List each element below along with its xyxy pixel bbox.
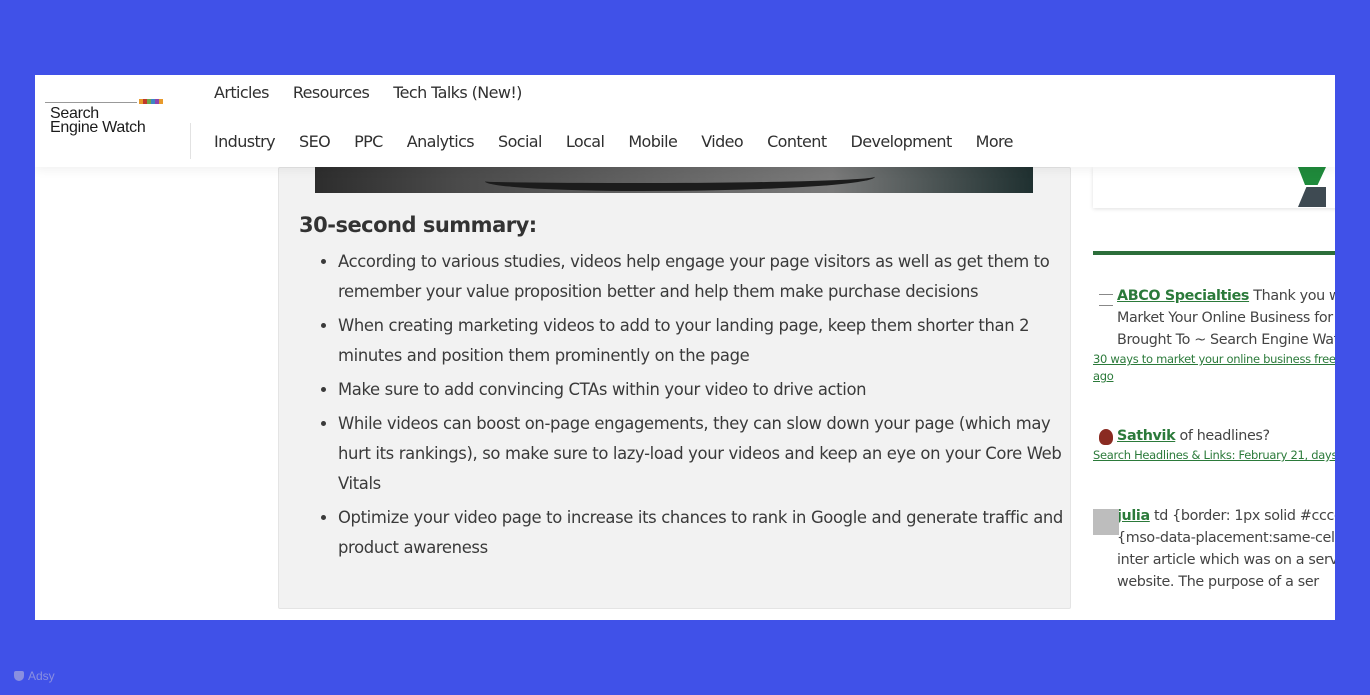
summary-item: According to various studies, videos hel… bbox=[338, 247, 1078, 307]
logo-color-stripes bbox=[139, 99, 163, 104]
comment-text: td {border: 1px solid #cccccc;}br {mso-d… bbox=[1117, 508, 1335, 590]
adsy-badge: Adsy bbox=[14, 669, 55, 683]
document-icon bbox=[1099, 294, 1113, 306]
comment-item: julia td {border: 1px solid #cccccc;}br … bbox=[1093, 505, 1335, 593]
user-placeholder-icon bbox=[1093, 509, 1119, 535]
article-hero-image bbox=[315, 167, 1033, 193]
nav-social[interactable]: Social bbox=[498, 132, 542, 151]
main-nav: Industry SEO PPC Analytics Social Local … bbox=[214, 132, 1037, 151]
nav-mobile[interactable]: Mobile bbox=[628, 132, 677, 151]
nav-content[interactable]: Content bbox=[767, 132, 827, 151]
nav-tech-talks[interactable]: Tech Talks (New!) bbox=[393, 83, 522, 102]
nav-more[interactable]: More bbox=[976, 132, 1014, 151]
nav-industry[interactable]: Industry bbox=[214, 132, 276, 151]
nav-video[interactable]: Video bbox=[701, 132, 743, 151]
comment-author[interactable]: ABCO Specialties bbox=[1117, 288, 1249, 304]
logo-rule bbox=[45, 102, 137, 103]
summary-item: When creating marketing videos to add to… bbox=[338, 311, 1078, 371]
nav-analytics[interactable]: Analytics bbox=[407, 132, 475, 151]
brand-logo-icon-lower bbox=[1298, 187, 1326, 207]
sidebar-ad-box[interactable] bbox=[1093, 167, 1335, 208]
shield-icon bbox=[14, 671, 24, 681]
comment-meta-link[interactable]: Search Headlines & Links: February 21, d… bbox=[1093, 447, 1335, 464]
summary-list: According to various studies, videos hel… bbox=[318, 247, 1078, 567]
comment-item: ABCO Specialties Thank you ways to Marke… bbox=[1093, 285, 1335, 385]
brand-logo-icon bbox=[1298, 167, 1326, 185]
nav-articles[interactable]: Articles bbox=[214, 83, 269, 102]
header-divider bbox=[190, 123, 191, 159]
comment-author[interactable]: julia bbox=[1117, 508, 1150, 524]
comment-text: of headlines? bbox=[1175, 428, 1270, 444]
nav-local[interactable]: Local bbox=[566, 132, 605, 151]
summary-heading: 30-second summary: bbox=[299, 213, 537, 237]
top-nav: Articles Resources Tech Talks (New!) bbox=[214, 83, 546, 102]
summary-item: While videos can boost on-page engagemen… bbox=[338, 409, 1078, 499]
nav-development[interactable]: Development bbox=[851, 132, 953, 151]
site-header: Search Engine Watch Articles Resources T… bbox=[35, 75, 1335, 167]
comment-author[interactable]: Sathvik bbox=[1117, 428, 1176, 444]
browser-viewport: Search Engine Watch Articles Resources T… bbox=[35, 75, 1335, 620]
nav-resources[interactable]: Resources bbox=[293, 83, 370, 102]
summary-item: Make sure to add convincing CTAs within … bbox=[338, 375, 1078, 405]
comment-meta-link[interactable]: 30 ways to market your online business f… bbox=[1093, 351, 1335, 385]
nav-seo[interactable]: SEO bbox=[299, 132, 331, 151]
comment-item: Sathvik of headlines? Search Headlines &… bbox=[1093, 425, 1335, 464]
nav-ppc[interactable]: PPC bbox=[354, 132, 383, 151]
logo-line-2: Engine Watch bbox=[50, 119, 146, 136]
recent-comments-widget: ABCO Specialties Thank you ways to Marke… bbox=[1093, 251, 1335, 620]
summary-item: Optimize your video page to increase its… bbox=[338, 503, 1078, 563]
person-icon bbox=[1099, 429, 1113, 445]
site-logo[interactable]: Search Engine Watch bbox=[45, 95, 185, 145]
adsy-label: Adsy bbox=[28, 669, 55, 683]
